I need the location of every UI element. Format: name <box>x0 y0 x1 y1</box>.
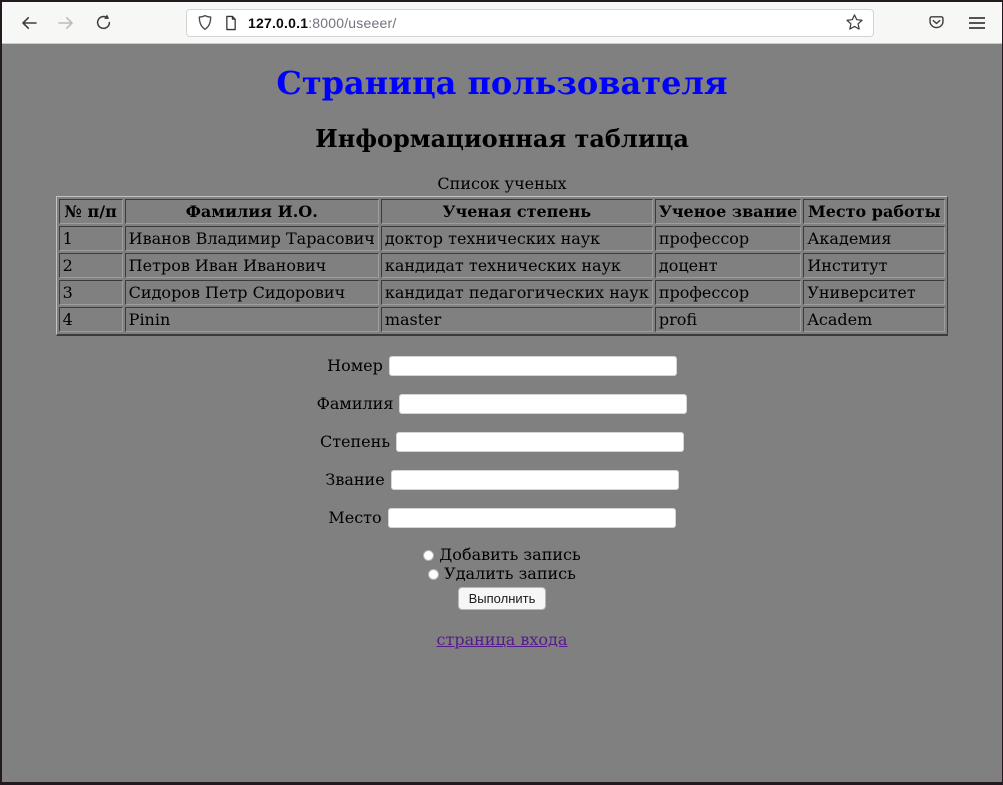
cell-place: Институт <box>803 253 945 278</box>
cell-degree: кандидат педагогических наук <box>381 280 653 305</box>
table-row: 3 Сидоров Петр Сидорович кандидат педаго… <box>59 280 946 305</box>
rank-input[interactable] <box>391 470 679 490</box>
cell-rank: profi <box>655 307 801 332</box>
place-input[interactable] <box>388 508 676 528</box>
hamburger-icon <box>968 15 986 31</box>
url-text: 127.0.0.1:8000/useeer/ <box>248 15 396 31</box>
cell-number: 4 <box>59 307 123 332</box>
section-title: Информационная таблица <box>2 125 1002 153</box>
reload-icon <box>94 13 113 32</box>
radio-row-delete: Удалить запись <box>2 564 1002 583</box>
table-row: 2 Петров Иван Иванович кандидат техничес… <box>59 253 946 278</box>
cell-place: Университет <box>803 280 945 305</box>
page-title: Страница пользователя <box>2 65 1002 102</box>
url-host: 127.0.0.1 <box>248 15 308 31</box>
header-degree: Ученая степень <box>381 199 653 224</box>
form-row-rank: Звание <box>2 469 1002 490</box>
shield-icon[interactable] <box>196 14 214 32</box>
reload-button[interactable] <box>92 12 114 34</box>
header-rank: Ученое звание <box>655 199 801 224</box>
bookmark-star-icon[interactable] <box>845 13 864 32</box>
header-place: Место работы <box>803 199 945 224</box>
cell-name: Петров Иван Иванович <box>125 253 379 278</box>
page-info-icon[interactable] <box>223 15 239 31</box>
form-row-degree: Степень <box>2 431 1002 452</box>
cell-place: Academ <box>803 307 945 332</box>
surname-input[interactable] <box>399 394 687 414</box>
table-row: 4 Pinin master profi Academ <box>59 307 946 332</box>
header-name: Фамилия И.О. <box>125 199 379 224</box>
add-record-radio[interactable] <box>423 550 434 561</box>
place-label: Место <box>328 508 381 527</box>
cell-number: 2 <box>59 253 123 278</box>
rank-label: Звание <box>325 470 384 489</box>
form-row-number: Номер <box>2 355 1002 376</box>
form-row-place: Место <box>2 507 1002 528</box>
table-caption: Список ученых <box>2 174 1002 193</box>
url-path: :8000/useeer/ <box>308 15 396 31</box>
degree-input[interactable] <box>396 432 684 452</box>
scientists-table: № п/п Фамилия И.О. Ученая степень Ученое… <box>56 196 949 336</box>
form-row-surname: Фамилия <box>2 393 1002 414</box>
delete-record-label: Удалить запись <box>444 564 576 583</box>
cell-rank: профессор <box>655 226 801 251</box>
toolbar-right <box>927 13 992 32</box>
surname-label: Фамилия <box>317 394 394 413</box>
cell-degree: кандидат технических наук <box>381 253 653 278</box>
cell-place: Академия <box>803 226 945 251</box>
cell-number: 1 <box>59 226 123 251</box>
forward-button[interactable] <box>55 12 77 34</box>
table-header-row: № п/п Фамилия И.О. Ученая степень Ученое… <box>59 199 946 224</box>
table-row: 1 Иванов Владимир Тарасович доктор техни… <box>59 226 946 251</box>
degree-label: Степень <box>320 432 390 451</box>
cell-rank: доцент <box>655 253 801 278</box>
forward-icon <box>56 13 76 33</box>
url-bar[interactable]: 127.0.0.1:8000/useeer/ <box>186 9 874 37</box>
radio-row-add: Добавить запись <box>2 545 1002 564</box>
back-icon <box>19 13 39 33</box>
back-button[interactable] <box>18 12 40 34</box>
cell-degree: master <box>381 307 653 332</box>
login-page-link[interactable]: страница входа <box>437 630 568 649</box>
cell-name: Pinin <box>125 307 379 332</box>
delete-record-radio[interactable] <box>428 569 439 580</box>
browser-toolbar: 127.0.0.1:8000/useeer/ <box>2 2 1002 44</box>
number-label: Номер <box>327 356 383 375</box>
header-number: № п/п <box>59 199 123 224</box>
cell-number: 3 <box>59 280 123 305</box>
cell-degree: доктор технических наук <box>381 226 653 251</box>
page-content: Страница пользователя Информационная таб… <box>2 44 1002 782</box>
menu-button[interactable] <box>968 15 986 31</box>
execute-button[interactable]: Выполнить <box>458 587 547 610</box>
cell-name: Сидоров Петр Сидорович <box>125 280 379 305</box>
cell-name: Иванов Владимир Тарасович <box>125 226 379 251</box>
pocket-icon[interactable] <box>927 13 946 32</box>
record-form: Номер Фамилия Степень Звание Место Добав… <box>2 355 1002 649</box>
browser-window: 127.0.0.1:8000/useeer/ Страни <box>2 2 1002 782</box>
cell-rank: профессор <box>655 280 801 305</box>
add-record-label: Добавить запись <box>439 545 580 564</box>
number-input[interactable] <box>389 356 677 376</box>
